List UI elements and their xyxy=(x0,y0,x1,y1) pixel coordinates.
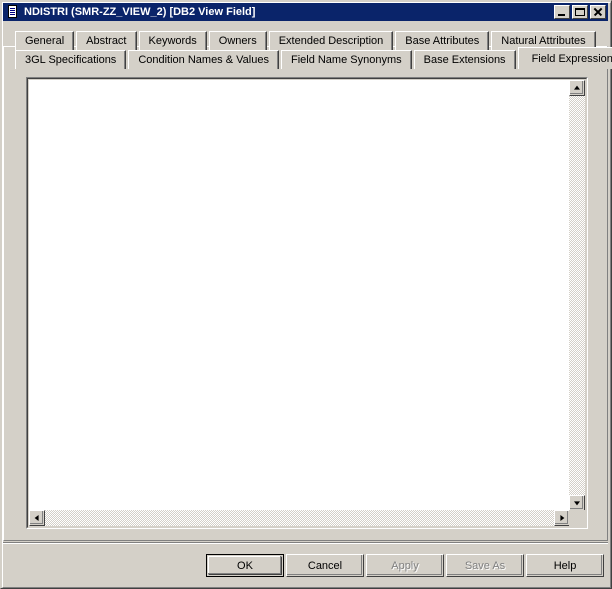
close-button[interactable] xyxy=(590,5,606,19)
tab-label: Base Extensions xyxy=(423,54,506,66)
cancel-button[interactable]: Cancel xyxy=(286,554,364,577)
dialog-window: NDISTRI (SMR-ZZ_VIEW_2) [DB2 View Field]… xyxy=(0,0,612,589)
cancel-button-label: Cancel xyxy=(307,559,343,572)
tab-field-expression[interactable]: Field Expression xyxy=(517,47,612,69)
window-title: NDISTRI (SMR-ZZ_VIEW_2) [DB2 View Field] xyxy=(24,6,256,18)
minimize-button[interactable] xyxy=(554,5,570,19)
title-bar[interactable]: NDISTRI (SMR-ZZ_VIEW_2) [DB2 View Field] xyxy=(3,3,608,21)
save-as-button-label: Save As xyxy=(464,559,506,572)
apply-button-label: Apply xyxy=(391,559,419,572)
scroll-left-icon[interactable] xyxy=(29,510,45,526)
maximize-button[interactable] xyxy=(572,5,588,19)
field-expression-editor-frame xyxy=(26,77,588,529)
tab-label: Base Attributes xyxy=(405,35,480,47)
tab-label: 3GL Specifications xyxy=(25,54,117,66)
tab-strip: General Abstract Keywords Owners Extende… xyxy=(3,23,612,71)
ok-button-label: OK xyxy=(237,559,253,572)
window-controls xyxy=(554,5,606,19)
help-button[interactable]: Help xyxy=(526,554,604,577)
document-lines-icon xyxy=(5,4,21,20)
horizontal-scrollbar[interactable] xyxy=(29,510,570,526)
tab-label: Owners xyxy=(218,35,257,47)
tab-base-extensions[interactable]: Base Extensions xyxy=(413,50,516,69)
tab-condition-names-values[interactable]: Condition Names & Values xyxy=(128,50,279,69)
apply-button[interactable]: Apply xyxy=(366,554,444,577)
tab-label: Field Expression xyxy=(531,52,612,65)
tab-label: Condition Names & Values xyxy=(138,54,269,66)
scroll-up-icon[interactable] xyxy=(569,80,585,96)
button-bar-separator xyxy=(3,542,608,544)
tab-label: Field Name Synonyms xyxy=(290,54,402,66)
tab-label: Natural Attributes xyxy=(501,35,586,47)
help-button-label: Help xyxy=(553,559,577,572)
save-as-button[interactable]: Save As xyxy=(446,554,524,577)
button-bar: OK Cancel Apply Save As Help xyxy=(3,546,608,586)
tab-label: Keywords xyxy=(148,35,197,47)
field-expression-input[interactable] xyxy=(29,80,570,511)
field-expression-text[interactable] xyxy=(29,80,570,84)
vertical-scrollbar[interactable] xyxy=(569,80,585,511)
tab-label: Abstract xyxy=(86,35,127,47)
tab-label: Extended Description xyxy=(278,35,384,47)
scroll-right-icon[interactable] xyxy=(554,510,570,526)
tab-row-2: 3GL Specifications Condition Names & Val… xyxy=(3,47,612,69)
scrollbar-corner xyxy=(569,510,585,526)
scroll-down-icon[interactable] xyxy=(569,495,585,511)
field-expression-editor-inner-frame xyxy=(27,78,587,528)
ok-button[interactable]: OK xyxy=(206,554,284,577)
tab-field-name-synonyms[interactable]: Field Name Synonyms xyxy=(280,50,412,69)
tab-label: General xyxy=(25,35,65,47)
tab-3gl-specifications[interactable]: 3GL Specifications xyxy=(15,50,127,69)
